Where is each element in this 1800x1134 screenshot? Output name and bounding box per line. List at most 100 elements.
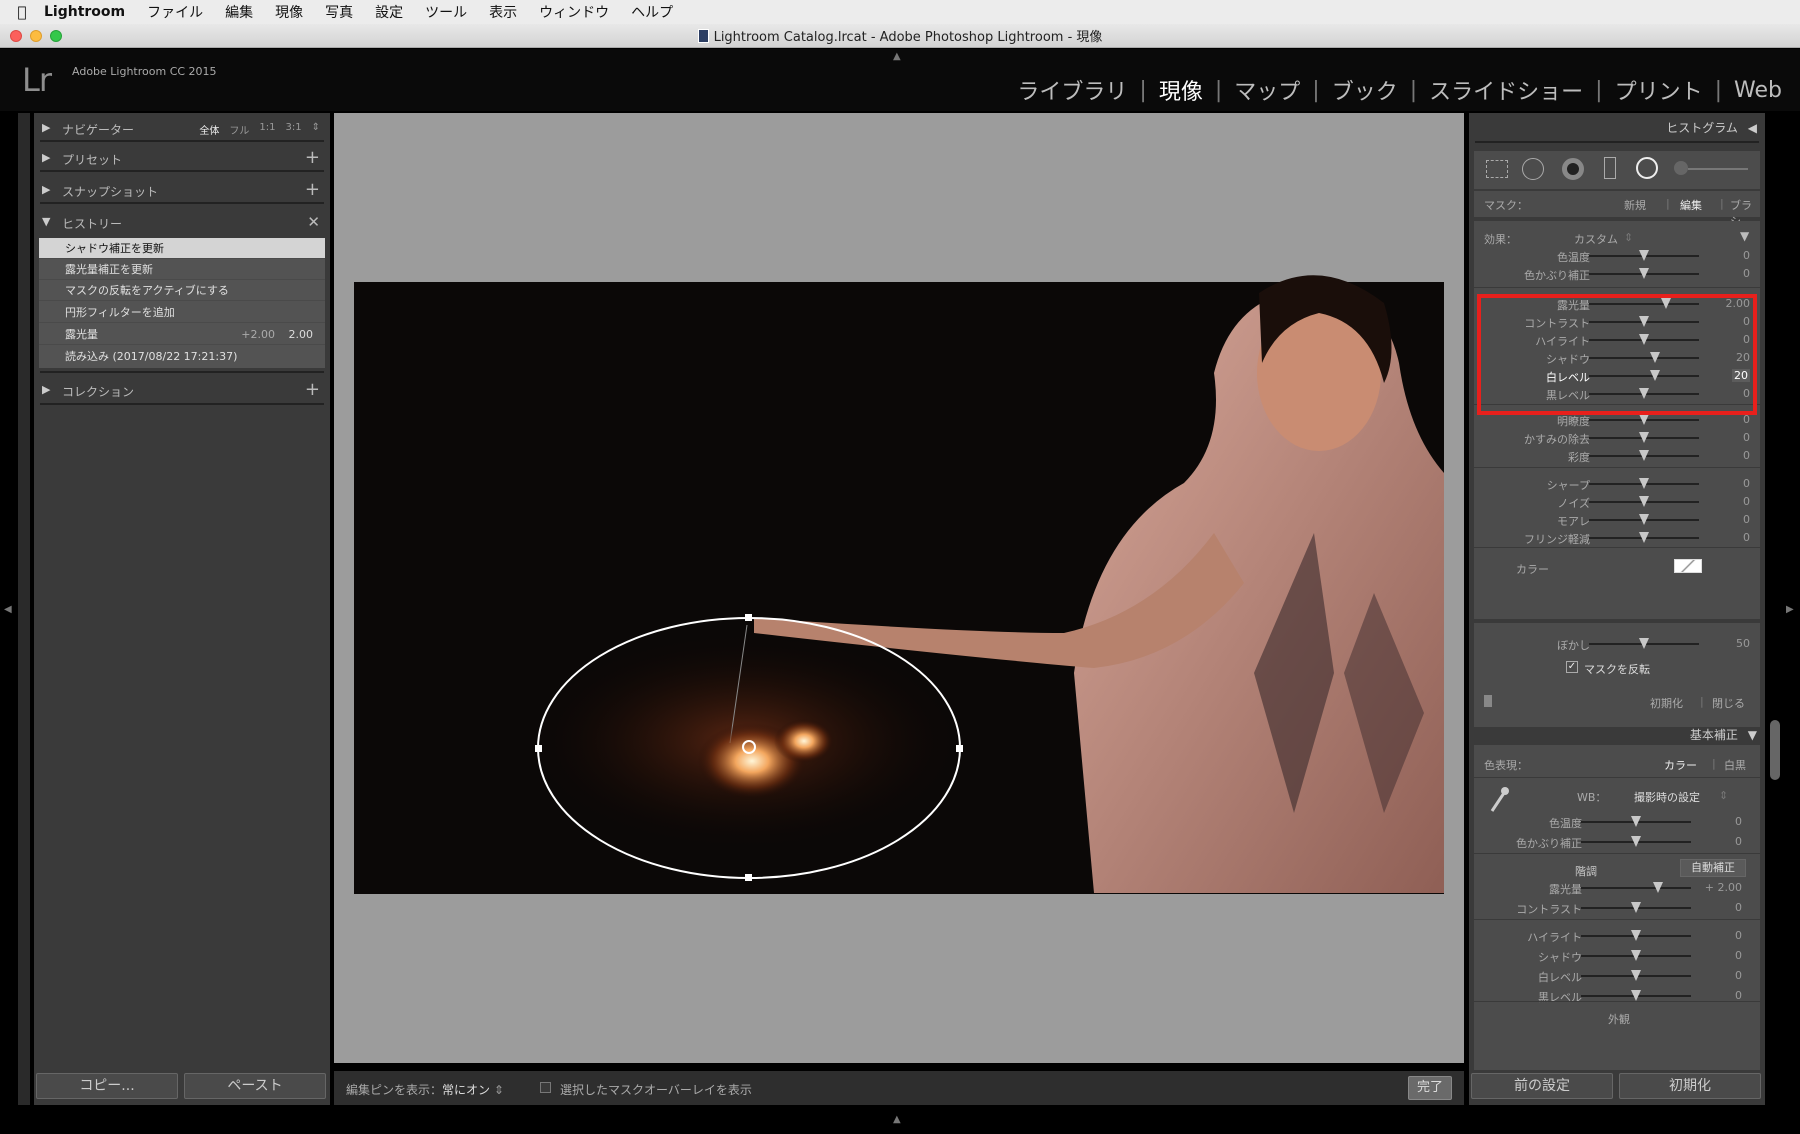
slider-thumb[interactable] [1639, 432, 1649, 443]
module-book[interactable]: ブック [1330, 74, 1400, 106]
slider-row[interactable]: シャドウ 0 [1466, 947, 1752, 964]
slider-thumb[interactable] [1639, 250, 1649, 261]
presets-header[interactable]: ▶ プリセット + [34, 143, 330, 173]
zoom-stepper-icon[interactable]: ⇕ [312, 122, 320, 137]
slider-thumb[interactable] [1639, 532, 1649, 543]
slider-value[interactable]: 0 [1735, 835, 1742, 848]
module-develop[interactable]: 現像 [1157, 74, 1205, 106]
menu-window[interactable]: ウィンドウ [539, 2, 609, 22]
slider-value[interactable]: 0 [1743, 477, 1750, 490]
minimize-window-button[interactable] [30, 30, 42, 42]
slider-row[interactable]: かすみの除去 0 [1474, 429, 1760, 446]
slider-row[interactable]: 色温度 0 [1474, 247, 1760, 264]
menu-settings[interactable]: 設定 [375, 2, 403, 22]
clear-history-icon[interactable]: ✕ [307, 213, 320, 231]
color-swatch-icon[interactable] [1674, 559, 1702, 573]
slider-row[interactable]: ノイズ 0 [1474, 493, 1760, 510]
slider-value[interactable]: 0 [1735, 815, 1742, 828]
slider-row[interactable]: 白レベル 0 [1466, 967, 1752, 984]
zoom-fill[interactable]: フル [229, 122, 249, 137]
menu-app[interactable]: Lightroom [44, 4, 125, 20]
slider-value[interactable]: + 2.00 [1705, 881, 1742, 894]
filter-close[interactable]: 閉じる [1712, 695, 1745, 711]
mask-new[interactable]: 新規 [1624, 197, 1646, 213]
effect-collapse-icon[interactable]: ▼ [1740, 229, 1749, 243]
adjustment-brush-icon[interactable] [1674, 161, 1688, 175]
invert-mask-checkbox[interactable]: ✓ [1566, 661, 1578, 673]
slider-row[interactable]: 露光量 + 2.00 [1466, 879, 1752, 896]
slider-value[interactable]: 0 [1743, 267, 1750, 280]
menu-develop[interactable]: 現像 [275, 2, 303, 22]
add-preset-icon[interactable]: + [305, 147, 320, 168]
slider-thumb[interactable] [1631, 990, 1641, 1001]
slider-thumb[interactable] [1631, 836, 1641, 847]
right-panel-scrollbar[interactable] [1770, 720, 1780, 780]
copy-button[interactable]: コピー... [36, 1073, 178, 1099]
slider-row[interactable]: ハイライト 0 [1466, 927, 1752, 944]
left-panel-scrollbar[interactable] [18, 113, 30, 1105]
slider-row[interactable]: シャープ 0 [1474, 475, 1760, 492]
filter-toggle-icon[interactable] [1484, 695, 1492, 707]
slider-thumb[interactable] [1639, 638, 1649, 649]
zoom-fit[interactable]: 全体 [199, 122, 219, 137]
radial-filter-icon[interactable] [1636, 157, 1658, 179]
graduated-filter-icon[interactable] [1604, 157, 1616, 179]
slider-row[interactable]: ぼかし 50 [1474, 635, 1760, 652]
history-item[interactable]: 読み込み (2017/08/22 17:21:37) [39, 346, 325, 367]
slider-value[interactable]: 0 [1735, 901, 1742, 914]
menu-help[interactable]: ヘルプ [631, 2, 673, 22]
slider-thumb[interactable] [1631, 970, 1641, 981]
slider-thumb[interactable] [1631, 902, 1641, 913]
treatment-color[interactable]: カラー [1664, 757, 1697, 773]
zoom-window-button[interactable] [50, 30, 62, 42]
image-canvas[interactable] [334, 113, 1464, 1063]
previous-button[interactable]: 前の設定 [1471, 1073, 1613, 1099]
slider-thumb[interactable] [1639, 496, 1649, 507]
show-overlay-checkbox[interactable] [540, 1082, 551, 1093]
menu-photo[interactable]: 写真 [325, 2, 353, 22]
effect-select[interactable]: カスタム [1574, 231, 1618, 247]
left-panel-arrow-icon[interactable]: ◀ [4, 604, 12, 615]
menu-view[interactable]: 表示 [489, 2, 517, 22]
slider-row[interactable]: 彩度 0 [1474, 447, 1760, 464]
red-eye-icon[interactable] [1562, 158, 1584, 180]
slider-row[interactable]: 色かぶり補正 0 [1466, 833, 1752, 850]
slider-value[interactable]: 0 [1743, 495, 1750, 508]
filter-reset[interactable]: 初期化 [1650, 695, 1683, 711]
slider-value[interactable]: 0 [1743, 449, 1750, 462]
auto-tone-button[interactable]: 自動補正 [1680, 859, 1746, 877]
crop-tool-icon[interactable] [1486, 160, 1508, 178]
pins-select[interactable]: 常にオン [442, 1083, 490, 1097]
slider-row[interactable]: コントラスト 0 [1466, 899, 1752, 916]
slider-row[interactable]: 色温度 0 [1466, 813, 1752, 830]
module-web[interactable]: Web [1732, 78, 1784, 103]
slider-track[interactable] [1581, 887, 1691, 889]
done-button[interactable]: 完了 [1408, 1076, 1452, 1100]
snapshots-header[interactable]: ▶ スナップショット + [34, 175, 330, 205]
history-item[interactable]: 露光量 +2.00 2.00 [39, 324, 325, 345]
navigator-header[interactable]: ▶ ナビゲーター 全体 フル 1:1 3:1 ⇕ [34, 113, 330, 143]
slider-value[interactable]: 50 [1736, 637, 1750, 650]
histogram-header[interactable]: ヒストグラム ◀ [1666, 119, 1757, 136]
slider-value[interactable]: 0 [1743, 249, 1750, 262]
treatment-bw[interactable]: 白黒 [1724, 757, 1746, 773]
bottom-panel-arrow-icon[interactable]: ▲ [893, 1114, 901, 1125]
slider-value[interactable]: 0 [1743, 513, 1750, 526]
slider-thumb[interactable] [1639, 514, 1649, 525]
slider-thumb[interactable] [1639, 478, 1649, 489]
slider-value[interactable]: 0 [1743, 531, 1750, 544]
history-item[interactable]: 円形フィルターを追加 [39, 302, 325, 323]
module-library[interactable]: ライブラリ [1015, 74, 1129, 106]
slider-thumb[interactable] [1639, 268, 1649, 279]
slider-row[interactable]: モアレ 0 [1474, 511, 1760, 528]
slider-thumb[interactable] [1653, 882, 1663, 893]
wb-select[interactable]: 撮影時の設定 [1634, 789, 1700, 805]
module-print[interactable]: プリント [1613, 74, 1705, 106]
slider-value[interactable]: 0 [1743, 431, 1750, 444]
right-panel-arrow-icon[interactable]: ▶ [1786, 604, 1794, 615]
eyedropper-icon[interactable] [1488, 785, 1510, 815]
slider-row[interactable]: フリンジ軽減 0 [1474, 529, 1760, 546]
collections-header[interactable]: ▶ コレクション + [34, 375, 330, 405]
slider-row[interactable]: 色かぶり補正 0 [1474, 265, 1760, 282]
slider-thumb[interactable] [1631, 930, 1641, 941]
